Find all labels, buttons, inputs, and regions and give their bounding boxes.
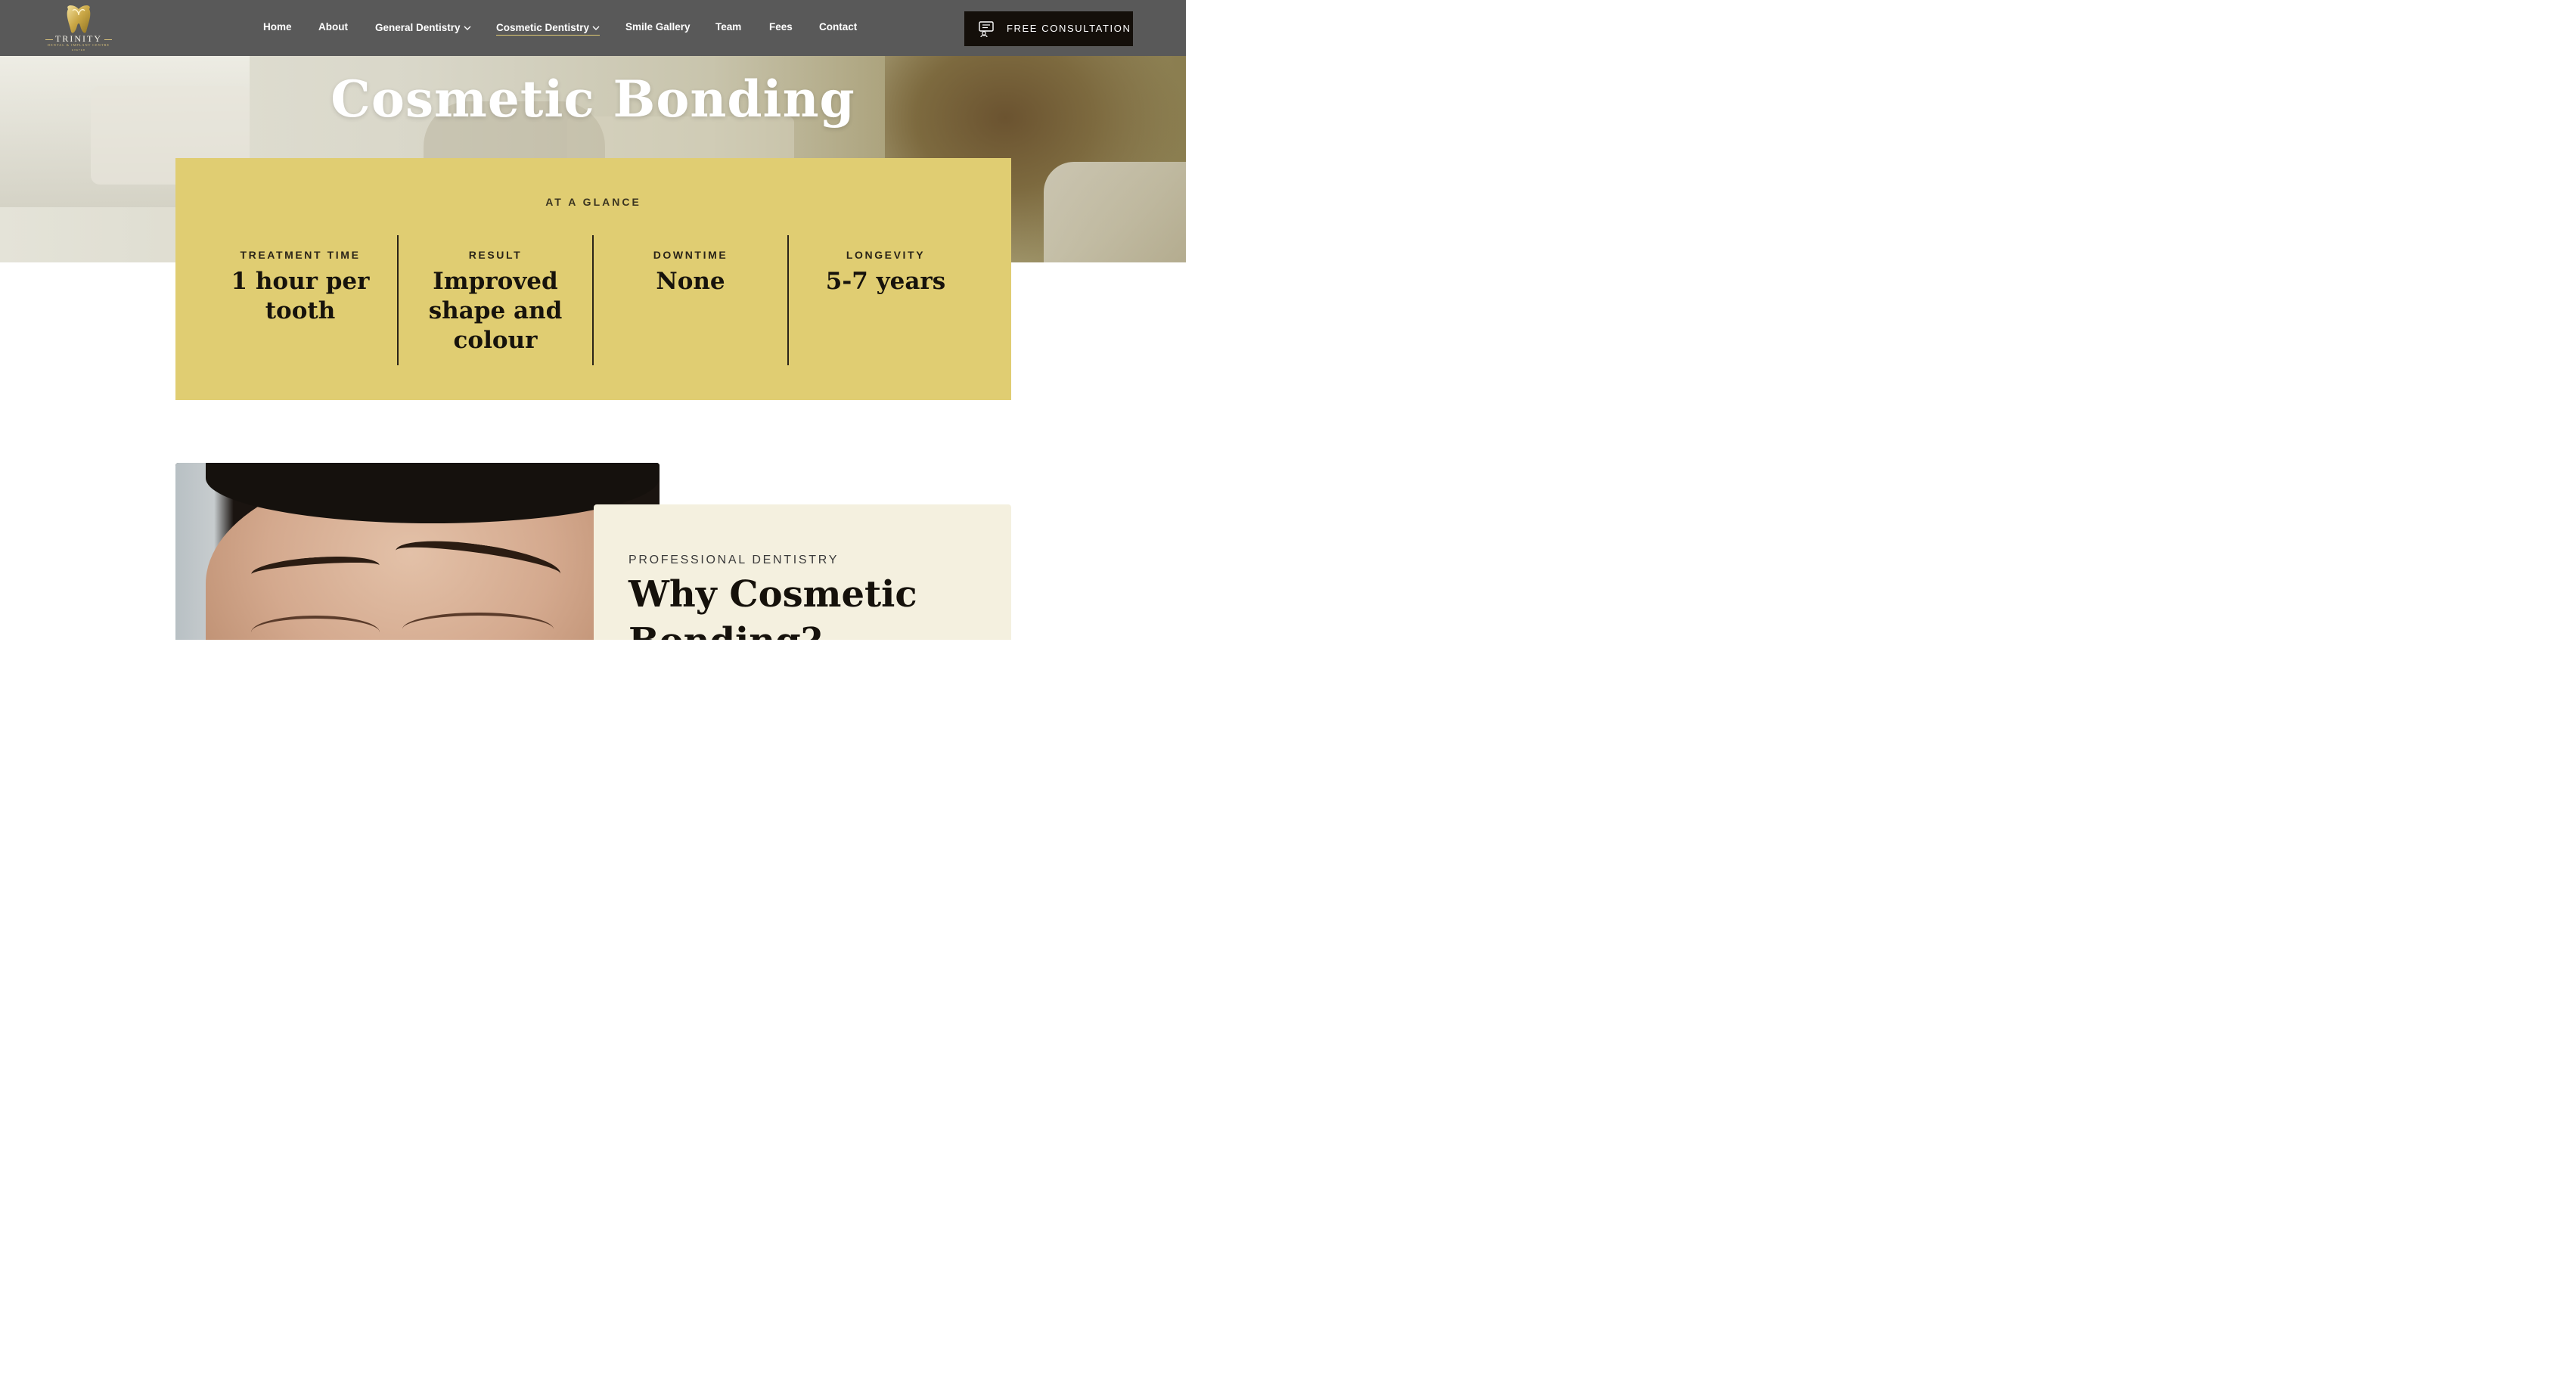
consultation-icon [978, 20, 995, 41]
nav-cosmetic-dentistry[interactable]: Cosmetic Dentistry [496, 21, 601, 36]
logo-subtitle: DENTAL & IMPLANT CENTRE [48, 43, 110, 47]
page-title: Cosmetic Bonding [331, 70, 855, 129]
intro-card: PROFESSIONAL DENTISTRY Why Cosmetic Bond… [594, 504, 1011, 640]
hero-image-shape [1044, 162, 1186, 262]
section-eyebrow: PROFESSIONAL DENTISTRY [628, 554, 840, 566]
logo[interactable]: TRINITY DENTAL & IMPLANT CENTRE EXETER [42, 5, 115, 53]
free-consultation-button[interactable]: FREE CONSULTATION [964, 11, 1133, 46]
nav-cosmetic-dentistry-label: Cosmetic Dentistry [496, 22, 590, 33]
nav-general-dentistry-label: General Dentistry [375, 22, 461, 33]
eyelid-shape [402, 613, 554, 640]
patient-photo [175, 463, 660, 640]
glance-value: None [656, 268, 725, 295]
at-a-glance-title: AT A GLANCE [545, 196, 641, 208]
nav-smile-gallery-label: Smile Gallery [625, 21, 691, 33]
nav-about-label: About [318, 21, 348, 33]
nav-contact-label: Contact [819, 21, 858, 33]
chevron-down-icon [592, 21, 600, 33]
nav-about[interactable]: About [318, 21, 348, 33]
free-consultation-label: FREE CONSULTATION [1007, 23, 1131, 34]
glance-value: 5-7 years [825, 268, 946, 295]
nav-fees-label: Fees [769, 21, 793, 33]
nav-team-label: Team [715, 21, 742, 33]
glance-label: RESULT [468, 249, 523, 261]
tooth-logo-icon [67, 5, 91, 33]
logo-tagline: EXETER [71, 48, 85, 51]
site-header: TRINITY DENTAL & IMPLANT CENTRE EXETER H… [0, 0, 1186, 56]
nav-team[interactable]: Team [715, 21, 741, 33]
glance-item-longevity: LONGEVITY 5-7 years [788, 249, 983, 296]
glance-item-result: RESULT Improved shape and colour [398, 249, 593, 355]
nav-home[interactable]: Home [263, 21, 292, 33]
nav-fees[interactable]: Fees [769, 21, 793, 33]
glance-value: 1 hour per tooth [231, 268, 370, 324]
glance-value: Improved shape and colour [428, 268, 563, 354]
nav-contact[interactable]: Contact [819, 21, 857, 33]
section-heading: Why Cosmetic Bonding? [628, 573, 917, 640]
glance-item-treatment-time: TREATMENT TIME 1 hour per tooth [203, 249, 398, 326]
glance-label: TREATMENT TIME [240, 249, 361, 261]
glance-label: LONGEVITY [846, 249, 926, 261]
nav-home-label: Home [263, 21, 292, 33]
chevron-down-icon [464, 21, 471, 33]
glance-item-downtime: DOWNTIME None [593, 249, 788, 296]
at-a-glance-panel: AT A GLANCE TREATMENT TIME 1 hour per to… [175, 158, 1011, 400]
glance-label: DOWNTIME [653, 249, 728, 261]
nav-smile-gallery[interactable]: Smile Gallery [625, 21, 691, 33]
nav-general-dentistry[interactable]: General Dentistry [375, 21, 471, 33]
